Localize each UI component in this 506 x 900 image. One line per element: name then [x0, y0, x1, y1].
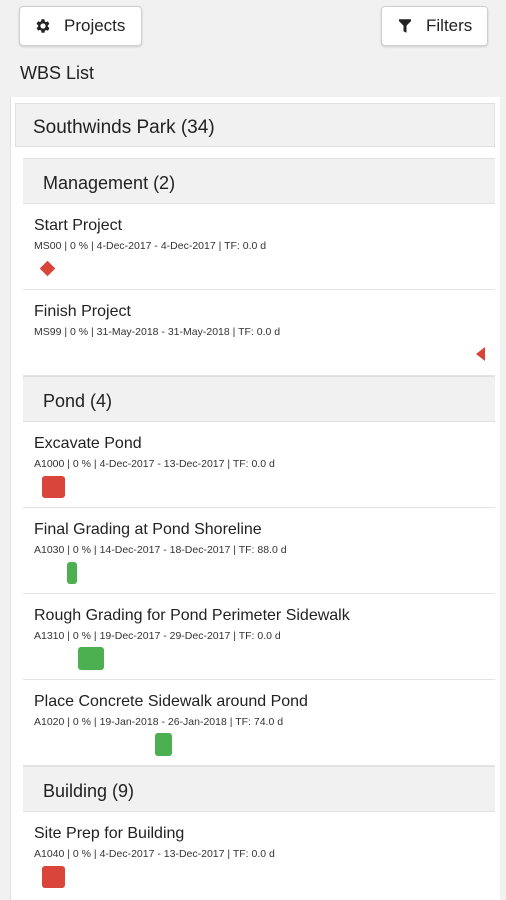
activity-meta: A1040 | 0 % | 4-Dec-2017 - 13-Dec-2017 |… — [34, 848, 275, 860]
activity-name: Excavate Pond — [34, 435, 142, 452]
activity-name: Start Project — [34, 217, 123, 234]
filters-label: Filters — [426, 16, 473, 35]
activity-name: Site Prep for Building — [34, 825, 185, 842]
activity-item-excavate-pond[interactable]: Excavate Pond A1000 | 0 % | 4-Dec-2017 -… — [23, 422, 495, 508]
activity-bar — [42, 866, 65, 888]
gear-icon — [34, 17, 52, 35]
wbs-list-panel: Southwinds Park (34) Management (2) Star… — [10, 97, 500, 900]
page-title: WBS List — [20, 63, 95, 83]
activity-meta: MS99 | 0 % | 31-May-2018 - 31-May-2018 |… — [34, 326, 281, 338]
milestone-diamond-icon — [39, 260, 56, 277]
activity-meta: MS00 | 0 % | 4-Dec-2017 - 4-Dec-2017 | T… — [34, 240, 267, 252]
activity-meta: A1000 | 0 % | 4-Dec-2017 - 13-Dec-2017 |… — [34, 458, 275, 470]
activity-item-site-prep[interactable]: Site Prep for Building A1040 | 0 % | 4-D… — [23, 812, 495, 900]
activity-meta: A1020 | 0 % | 19-Jan-2018 - 26-Jan-2018 … — [34, 716, 284, 728]
activity-item-rough-grading[interactable]: Rough Grading for Pond Perimeter Sidewal… — [23, 594, 495, 680]
activity-name: Rough Grading for Pond Perimeter Sidewal… — [34, 607, 350, 624]
activity-name: Final Grading at Pond Shoreline — [34, 521, 262, 538]
activity-name: Finish Project — [34, 303, 131, 320]
activity-meta: A1030 | 0 % | 14-Dec-2017 - 18-Dec-2017 … — [34, 544, 287, 556]
group-header-management[interactable]: Management (2) — [23, 158, 495, 204]
activity-meta: A1310 | 0 % | 19-Dec-2017 - 29-Dec-2017 … — [34, 630, 281, 642]
milestone-arrow-icon — [476, 347, 485, 361]
filters-button[interactable]: Filters — [381, 6, 488, 46]
activity-bar — [155, 733, 172, 756]
activity-bar — [67, 562, 77, 584]
filter-icon — [396, 17, 414, 35]
projects-button[interactable]: Projects — [19, 6, 142, 46]
group-header-pond[interactable]: Pond (4) — [23, 376, 495, 422]
group-header-building[interactable]: Building (9) — [23, 766, 495, 812]
activity-item-finish-project[interactable]: Finish Project MS99 | 0 % | 31-May-2018 … — [23, 290, 495, 376]
activity-bar — [42, 476, 65, 498]
activity-name: Place Concrete Sidewalk around Pond — [34, 693, 308, 710]
activity-bar — [78, 647, 104, 670]
activity-item-start-project[interactable]: Start Project MS00 | 0 % | 4-Dec-2017 - … — [23, 204, 495, 290]
toolbar: Projects Filters — [0, 0, 506, 54]
activity-item-final-grading[interactable]: Final Grading at Pond Shoreline A1030 | … — [23, 508, 495, 594]
project-header[interactable]: Southwinds Park (34) — [15, 103, 495, 147]
projects-label: Projects — [64, 16, 126, 35]
activity-item-place-concrete[interactable]: Place Concrete Sidewalk around Pond A102… — [23, 680, 495, 766]
